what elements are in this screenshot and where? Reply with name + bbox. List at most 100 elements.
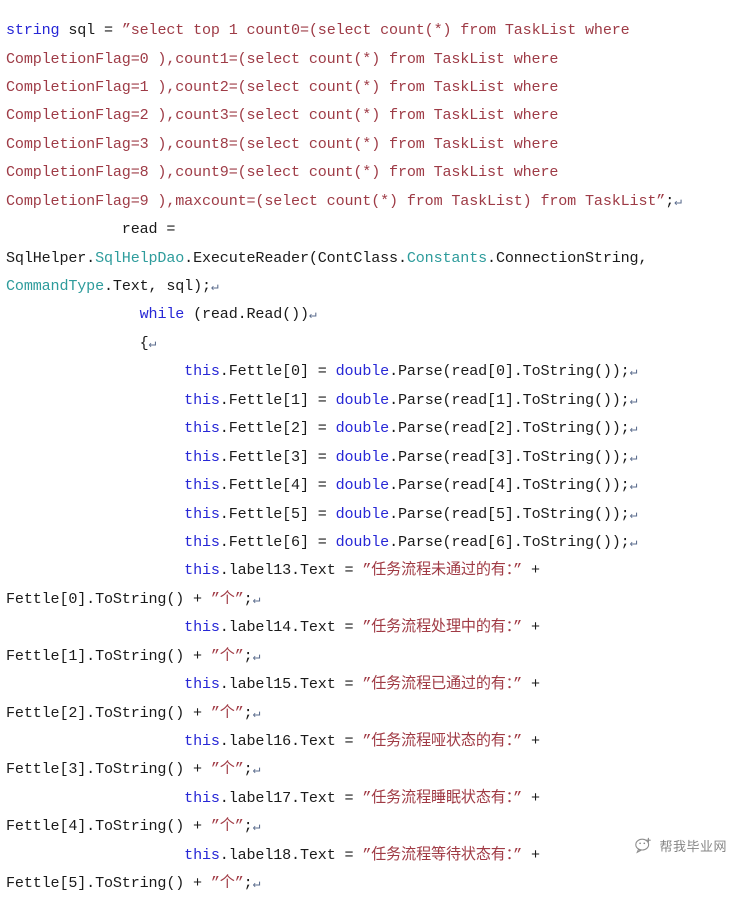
code-line: this.label14.Text = ”任务流程处理中的有：” + [6,613,733,641]
code-line: this.label15.Text = ”任务流程已通过的有：” + [6,670,733,698]
code-token-plain: .Parse(read[6].ToString()); [389,532,630,551]
code-line: this.label17.Text = ”任务流程睡眠状态有：” + [6,784,733,812]
code-token-plain: + [522,788,540,807]
code-token-plain: Fettle[0].ToString() + [6,589,211,608]
code-token-kw: this [184,618,220,637]
code-line: read = [6,215,733,243]
code-token-plain: .label17.Text = [219,788,363,807]
code-token-strcn: ”任务流程哑状态的有：” [362,732,523,751]
code-token-plain: .Fettle[0] = [219,362,336,381]
code-line: CompletionFlag=2 ),count3=(select count(… [6,101,733,129]
code-line: this.Fettle[5] = double.Parse(read[5].To… [6,500,733,528]
code-token-pil: ↵ [629,364,638,380]
code-token-plain: ; [243,703,253,722]
code-token-str: ”select top 1 count0=(select count(*) fr… [121,21,630,40]
code-token-pil: ↵ [629,478,638,494]
code-token-plain: .Parse(read[1].ToString()); [389,390,630,409]
code-token-kw: this [184,732,220,751]
code-token-plain: .Text, sql); [104,277,211,296]
code-line: Fettle[2].ToString() + ”个”;↵ [6,699,733,727]
code-token-plain: SqlHelper. [6,248,96,267]
code-token-plain: .label16.Text = [219,732,363,751]
code-token-plain: ; [243,589,253,608]
code-token-pil: ↵ [252,705,261,721]
code-token-plain: .label18.Text = [219,845,363,864]
code-line: this.Fettle[6] = double.Parse(read[6].To… [6,528,733,556]
code-token-plain: sql = [59,21,122,40]
code-token-str: CompletionFlag=0 ),count1=(select count(… [6,49,559,68]
code-line: while (read.Read())↵ [6,300,733,328]
code-token-plain: ; [243,646,253,665]
code-token-plain: .Fettle[1] = [219,390,336,409]
code-token-pil: ↵ [252,648,261,664]
code-token-kw: double [335,476,390,495]
code-token-kw: this [184,504,220,523]
code-line: CommandType.Text, sql);↵ [6,272,733,300]
code-token-kw: this [184,476,220,495]
code-token-plain: Fettle[3].ToString() + [6,760,211,779]
code-line: string sql = ”select top 1 count0=(selec… [6,16,733,44]
code-token-plain: Fettle[5].ToString() + [6,874,211,893]
code-line: this.Fettle[3] = double.Parse(read[3].To… [6,443,733,471]
code-token-kw: double [335,504,390,523]
code-token-plain: + [522,845,540,864]
code-line: Fettle[3].ToString() + ”个”;↵ [6,755,733,783]
code-listing-surface: string sql = ”select top 1 count0=(selec… [0,0,733,892]
code-token-plain: Fettle[4].ToString() + [6,817,211,836]
code-token-strcn: ”任务流程处理中的有：” [362,618,523,637]
code-token-plain: .label13.Text = [219,561,363,580]
code-token-plain: Fettle[1].ToString() + [6,646,211,665]
code-line: this.Fettle[4] = double.Parse(read[4].To… [6,471,733,499]
code-token-pil: ↵ [252,591,261,607]
code-text-block: string sql = ”select top 1 count0=(selec… [6,16,733,898]
code-token-pil: ↵ [629,506,638,522]
code-token-plain: + [522,675,540,694]
code-token-strcn: ”个” [210,589,244,608]
code-token-cls: Constants [406,248,488,267]
code-line: CompletionFlag=3 ),count8=(select count(… [6,130,733,158]
code-token-strcn: ”个” [210,646,244,665]
code-token-strcn: ”任务流程已通过的有：” [362,675,523,694]
code-line: this.Fettle[1] = double.Parse(read[1].To… [6,386,733,414]
code-token-kw: double [335,390,390,409]
code-line: CompletionFlag=0 ),count1=(select count(… [6,45,733,73]
code-token-plain: ; [665,191,675,210]
code-token-str: CompletionFlag=1 ),count2=(select count(… [6,77,559,96]
code-token-kw: while [139,305,185,324]
code-token-str: CompletionFlag=9 ),maxcount=(select coun… [6,191,666,210]
code-line: this.Fettle[2] = double.Parse(read[2].To… [6,414,733,442]
code-token-plain: .ExecuteReader(ContClass. [184,248,407,267]
code-token-plain: .Parse(read[2].ToString()); [389,419,630,438]
code-token-kw: this [184,845,220,864]
code-token-pil: ↵ [210,279,219,295]
code-line: CompletionFlag=1 ),count2=(select count(… [6,73,733,101]
code-token-kw: this [184,419,220,438]
code-line: CompletionFlag=9 ),maxcount=(select coun… [6,187,733,215]
code-line: this.Fettle[0] = double.Parse(read[0].To… [6,357,733,385]
code-token-kw: double [335,419,390,438]
code-token-plain: ; [243,760,253,779]
code-token-plain: ; [243,817,253,836]
code-token-str: CompletionFlag=8 ),count9=(select count(… [6,163,559,182]
code-token-plain: .Parse(read[4].ToString()); [389,476,630,495]
code-token-pil: ↵ [252,819,261,835]
code-token-kw: double [335,447,390,466]
code-token-kw: this [184,532,220,551]
code-token-plain: .Fettle[3] = [219,447,336,466]
code-token-plain: .Fettle[5] = [219,504,336,523]
code-token-kw: double [335,532,390,551]
code-token-strcn: ”任务流程等待状态有：” [362,845,523,864]
code-token-kw: this [184,362,220,381]
code-line: Fettle[1].ToString() + ”个”;↵ [6,642,733,670]
code-token-plain: (read.Read()) [184,305,309,324]
code-token-plain: .label15.Text = [219,675,363,694]
